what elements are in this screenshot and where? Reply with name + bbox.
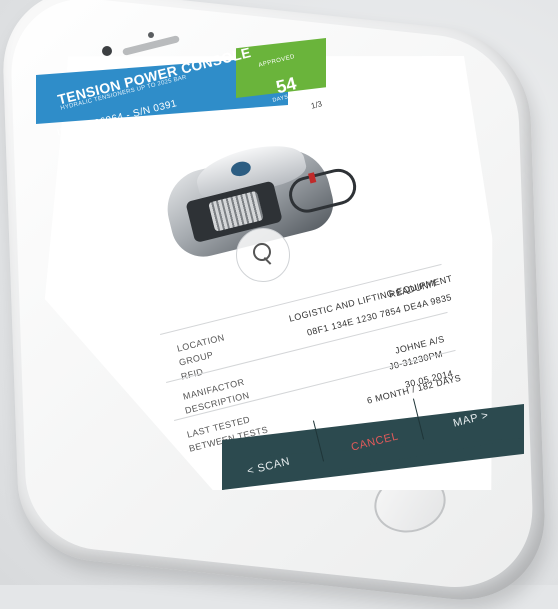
app-screen: TENSION POWER CONSOLE HYDRALIC TENSIONER… xyxy=(0,0,558,585)
zoom-button[interactable] xyxy=(236,228,290,282)
magnifier-icon xyxy=(253,243,271,261)
